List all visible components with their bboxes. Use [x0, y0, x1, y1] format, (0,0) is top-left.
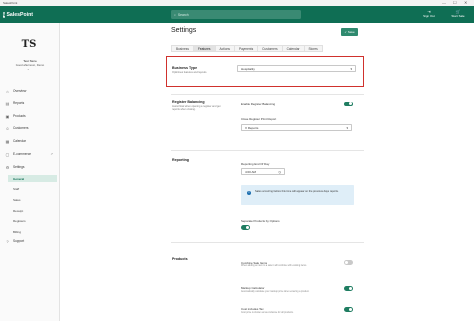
person-icon: ☺ [5, 125, 10, 131]
help-icon: ? [6, 238, 9, 244]
sidebar-item-label: Reports [13, 101, 25, 105]
sidebar: TS Test Store Good afternoon, Demo ⌄ ⌂ O… [0, 23, 60, 321]
reporting-title: Reporting [172, 158, 189, 162]
markup-calculator-desc: Automatically calculate your markup pric… [241, 291, 310, 293]
tab-calendar[interactable]: Calendar [281, 45, 304, 52]
sidebar-item-ecommerce[interactable]: ▢ E-commerce ↗ [5, 150, 57, 158]
info-message: i Sales occurring before this time will … [241, 185, 354, 205]
sign-out-label: Sign Out [423, 14, 435, 18]
home-icon: ⌂ [6, 88, 9, 94]
calendar-icon: ▦ [5, 138, 10, 144]
close-register-print-value: X Reports [245, 125, 259, 130]
close-register-print-select[interactable]: X Reports ▾ [241, 124, 352, 131]
enable-register-balancing-label: Enable Register Balancing [241, 102, 276, 106]
sidebar-item-customers[interactable]: ☺ Customers [5, 124, 57, 132]
business-type-title: Business Type [172, 66, 198, 70]
subnav-staff[interactable]: Staff [8, 185, 57, 192]
markup-calculator-label: Markup Calculator [241, 286, 265, 290]
page-title: Settings [171, 27, 197, 34]
sidebar-item-label: E-commerce [13, 152, 32, 156]
combine-sale-items-toggle[interactable] [344, 260, 353, 265]
sidebar-item-label: Settings [13, 165, 25, 169]
logo-icon: $ [3, 11, 6, 18]
tag-icon: ▣ [5, 113, 10, 119]
maximize-icon[interactable]: ☐ [453, 0, 457, 5]
sidebar-item-reports[interactable]: ▤ Reports [5, 99, 57, 107]
subnav-registers[interactable]: Registers [8, 217, 57, 224]
sidebar-item-label: Products [13, 114, 26, 118]
sidebar-item-label: Support [13, 239, 25, 243]
app-header: $ SalesPoint ⌕ ⇥ Sign Out 🛒 Start Sale [0, 6, 474, 23]
subnav-sales[interactable]: Sales [8, 196, 57, 203]
save-button[interactable]: ✓ Save [341, 28, 358, 36]
reporting-end-of-day-value: 4:00 AM [245, 169, 257, 174]
separate-products-label: Separate Products by Options [241, 219, 280, 223]
cost-includes-tax-desc: Cost price is shown as tax-inclusive for… [241, 311, 294, 314]
search-icon: ⌕ [174, 12, 176, 17]
chart-icon: ▤ [5, 100, 10, 106]
sidebar-item-calendar[interactable]: ▦ Calendar [5, 137, 57, 145]
minimize-icon[interactable]: — [442, 0, 446, 5]
brand-name: SalesPoint [6, 11, 33, 18]
start-sale-label: Start Sale [451, 14, 465, 18]
business-type-desc: Optimises features and layouts. [172, 71, 208, 74]
combine-sale-items-desc: When adding an item to a sale it will co… [241, 265, 307, 267]
sidebar-item-label: Calendar [13, 139, 26, 143]
brand-logo: $ SalesPoint [3, 10, 33, 19]
tab-payments[interactable]: Payments [233, 45, 258, 52]
reporting-end-of-day-select[interactable]: 4:00 AM ◷ [241, 168, 285, 175]
business-type-select[interactable]: Hospitality ▾ [237, 65, 356, 72]
cost-includes-tax-toggle[interactable] [344, 307, 353, 312]
subnav-receipt[interactable]: Receipt [8, 207, 57, 214]
register-balancing-desc: Assist float when opening a register and… [172, 105, 221, 111]
sidebar-item-support[interactable]: ? Support [5, 237, 57, 245]
markup-calculator-toggle[interactable] [344, 286, 353, 291]
sign-out-button[interactable]: ⇥ Sign Out [422, 9, 436, 18]
cost-includes-tax-label: Cost includes Tax [241, 307, 264, 311]
gear-icon: ⚙ [5, 164, 10, 170]
search-input[interactable] [177, 12, 288, 17]
info-icon: i [247, 191, 251, 195]
cart-icon: ▢ [5, 151, 10, 157]
sidebar-item-label: Overview [13, 89, 27, 93]
enable-register-balancing-toggle[interactable] [344, 101, 353, 106]
chevron-down-icon: ▾ [350, 66, 352, 71]
tab-features[interactable]: Features [192, 45, 215, 52]
tab-actions[interactable]: Actions [214, 45, 234, 52]
business-type-value: Hospitality [241, 66, 255, 71]
sidebar-item-label: Customers [13, 126, 29, 130]
tab-customers[interactable]: Customers [257, 45, 282, 52]
subnav-billing[interactable]: Billing [8, 228, 57, 235]
close-icon[interactable]: ✕ [464, 0, 467, 5]
settings-tabs: Business Features Actions Payments Custo… [171, 45, 323, 52]
search-box[interactable]: ⌕ [171, 10, 301, 19]
sidebar-item-settings[interactable]: ⚙ Settings [5, 163, 57, 171]
window-title: SalesPoint [3, 1, 18, 6]
sidebar-item-products[interactable]: ▣ Products [5, 112, 57, 120]
subnav-general[interactable]: General [8, 175, 57, 182]
tab-stores[interactable]: Stores [303, 45, 323, 52]
tab-business[interactable]: Business [171, 45, 193, 52]
separate-products-toggle[interactable] [241, 225, 250, 230]
store-logo: TS [21, 39, 37, 50]
reporting-end-of-day-label: Reporting End Of Day [241, 162, 270, 166]
close-register-print-label: Close Register Print Report [241, 117, 277, 121]
products-title: Products [172, 257, 188, 261]
chevron-down-icon: ▾ [346, 125, 348, 130]
user-menu-chevron-icon[interactable]: ⌄ [27, 67, 30, 71]
greeting: Good afternoon, Demo [15, 63, 45, 67]
external-link-icon: ↗ [50, 152, 53, 156]
sidebar-item-overview[interactable]: ⌂ Overview [5, 87, 57, 95]
check-icon: ✓ [344, 30, 347, 34]
info-text: Sales occurring before this time will ap… [255, 190, 339, 193]
clock-icon: ◷ [278, 169, 281, 174]
start-sale-button[interactable]: 🛒 Start Sale [451, 9, 465, 18]
save-label: Save [347, 30, 355, 34]
register-balancing-title: Register Balancing [172, 100, 205, 104]
